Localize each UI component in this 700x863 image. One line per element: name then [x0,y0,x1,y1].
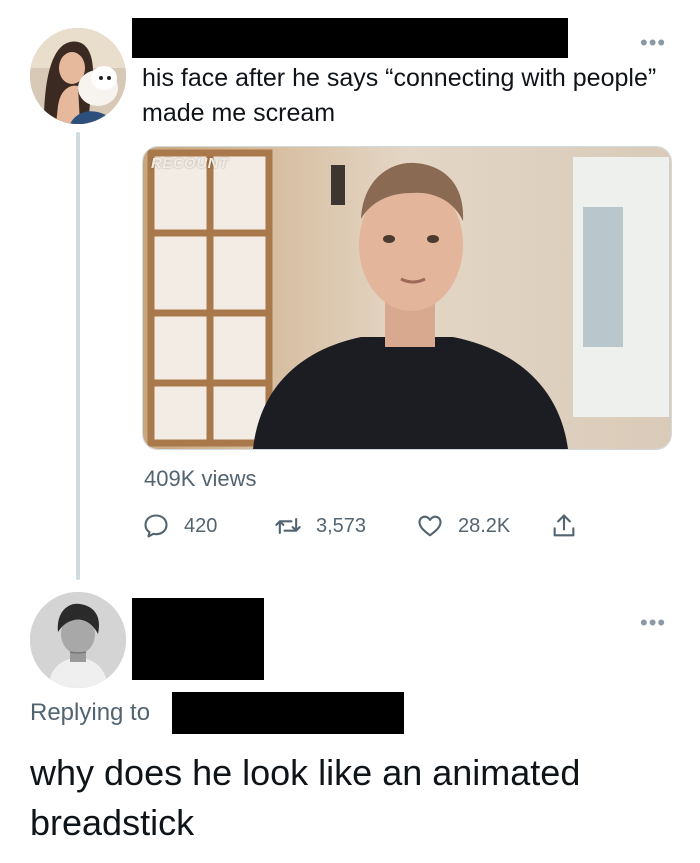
avatar-photo [30,592,126,688]
reply-button[interactable]: 420 [142,510,217,542]
redacted-reply-author-name [132,598,264,680]
author-avatar[interactable] [30,28,126,124]
tweet-text: his face after he says “connecting with … [142,64,657,127]
reply-text: why does he look like an animated breads… [30,752,581,843]
retweet-icon [275,517,301,535]
reply-author-avatar[interactable] [30,592,126,688]
video-frame [143,147,671,449]
share-button[interactable] [550,510,592,542]
replying-to-label: Replying to [30,699,151,726]
tweet-video[interactable]: RECOUNT [142,146,672,450]
reply-count: 420 [184,514,218,537]
avatar-photo [30,28,126,124]
redacted-author-name [132,18,568,58]
view-count: 409K views [144,466,257,491]
like-button[interactable]: 28.2K [416,510,510,542]
like-count: 28.2K [458,514,511,537]
redacted-replying-to-handle [172,692,404,734]
retweet-count: 3,573 [316,514,367,537]
heart-icon [418,515,442,537]
more-options-icon[interactable]: ••• [640,32,666,54]
more-options-icon[interactable]: ••• [640,612,666,634]
reply-icon [144,514,168,538]
share-icon [553,514,575,537]
video-source-label: RECOUNT [151,155,229,172]
thread-line [76,132,80,580]
retweet-button[interactable]: 3,573 [274,510,366,542]
